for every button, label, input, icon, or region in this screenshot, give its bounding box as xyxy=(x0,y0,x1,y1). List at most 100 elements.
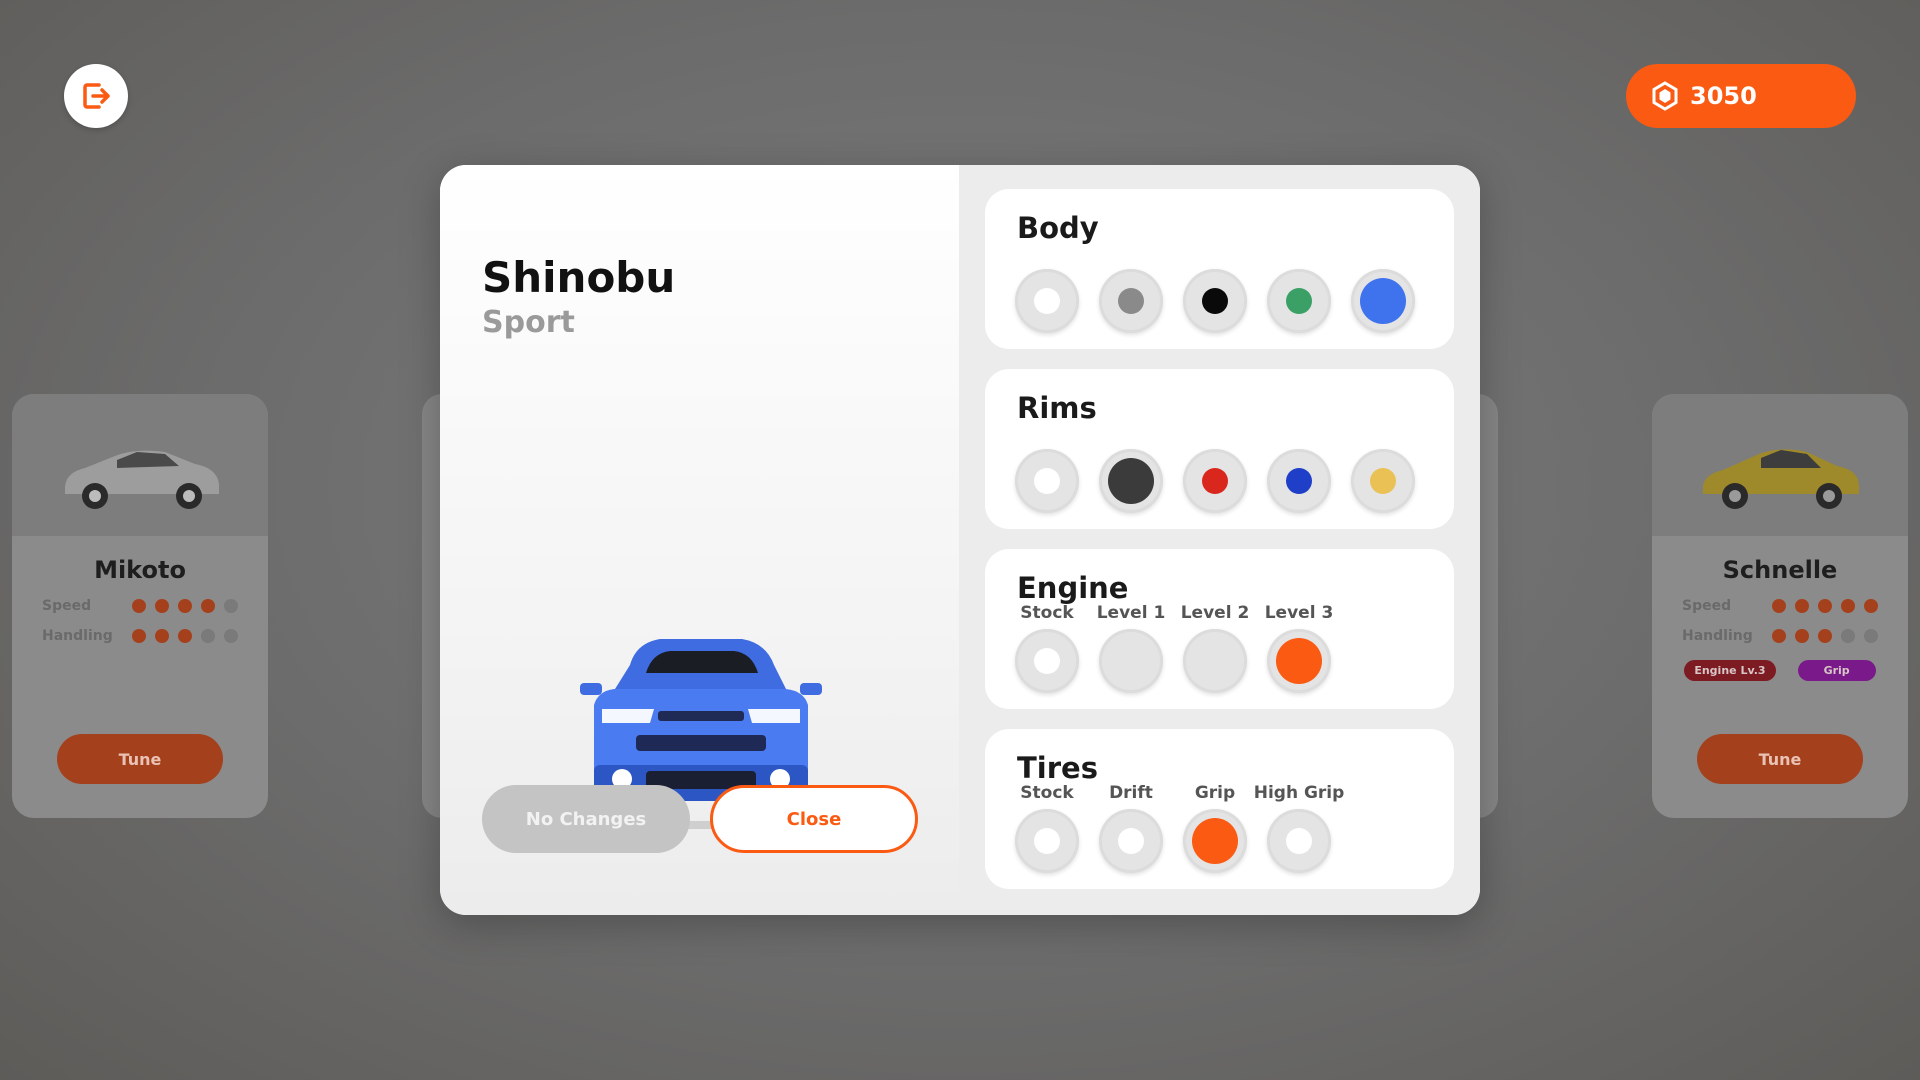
rim-color-dark-gray[interactable] xyxy=(1099,449,1163,513)
stat-dot xyxy=(1864,599,1878,613)
option-swatch[interactable] xyxy=(1183,809,1247,873)
tire-option-grip[interactable]: Grip xyxy=(1183,783,1247,873)
rim-color-white[interactable] xyxy=(1015,449,1079,513)
rim-color-gold[interactable] xyxy=(1351,449,1415,513)
engine-option-level-2[interactable]: Level 2 xyxy=(1180,603,1250,693)
car-card-schnelle[interactable]: Schnelle Speed Handling Engine Lv.3 Grip… xyxy=(1652,394,1908,818)
stat-dot xyxy=(1818,599,1832,613)
swatch-color xyxy=(1360,278,1406,324)
option-swatch[interactable] xyxy=(1015,629,1079,693)
stat-dots xyxy=(1772,599,1878,613)
section-title: Body xyxy=(1017,211,1099,245)
car-class: Sport xyxy=(482,305,575,340)
rim-color-options xyxy=(1015,449,1415,513)
swatch-color xyxy=(1276,638,1322,684)
tag-engine: Engine Lv.3 xyxy=(1684,660,1776,681)
stat-dot xyxy=(1795,599,1809,613)
option-label: Level 1 xyxy=(1096,603,1166,623)
engine-option-level-1[interactable]: Level 1 xyxy=(1096,603,1166,693)
option-label: Stock xyxy=(1020,603,1074,623)
upgrade-tags: Engine Lv.3 Grip xyxy=(1652,660,1908,681)
close-button[interactable]: Close xyxy=(710,785,918,853)
section-tires: Tires Stock Drift Grip High Grip xyxy=(985,729,1454,889)
coin-balance: 3050 xyxy=(1626,64,1856,128)
section-rims: Rims xyxy=(985,369,1454,529)
no-changes-button[interactable]: No Changes xyxy=(482,785,690,853)
stat-dot xyxy=(1772,629,1786,643)
swatch-color xyxy=(1034,828,1060,854)
tire-options: Stock Drift Grip High Grip xyxy=(1015,783,1344,873)
car-preview xyxy=(510,495,890,835)
engine-option-stock[interactable]: Stock xyxy=(1015,603,1079,693)
tire-option-stock[interactable]: Stock xyxy=(1015,783,1079,873)
swatch-color xyxy=(1118,288,1144,314)
section-title: Tires xyxy=(1017,751,1098,785)
stat-dot xyxy=(155,599,169,613)
body-color-blue[interactable] xyxy=(1351,269,1415,333)
body-color-gray[interactable] xyxy=(1099,269,1163,333)
section-title: Rims xyxy=(1017,391,1097,425)
stat-dot xyxy=(224,629,238,643)
stat-dot xyxy=(155,629,169,643)
stat-label: Speed xyxy=(1682,598,1732,614)
option-swatch[interactable] xyxy=(1015,809,1079,873)
coin-count: 3050 xyxy=(1690,82,1757,110)
customization-options: Body Rims Engine Stock Level 1 Level 2 L… xyxy=(959,165,1480,915)
tire-option-drift[interactable]: Drift xyxy=(1099,783,1163,873)
stat-dot xyxy=(178,629,192,643)
hexagon-coin-icon xyxy=(1652,81,1678,111)
body-color-green[interactable] xyxy=(1267,269,1331,333)
car-name: Shinobu xyxy=(482,253,676,302)
rim-color-red[interactable] xyxy=(1183,449,1247,513)
option-swatch[interactable] xyxy=(1267,629,1331,693)
stat-label: Handling xyxy=(1682,628,1753,644)
tune-button[interactable]: Tune xyxy=(1697,734,1863,784)
blue-car-image xyxy=(510,639,890,829)
section-title: Engine xyxy=(1017,571,1129,605)
swatch-color xyxy=(1192,818,1238,864)
stat-dot xyxy=(201,599,215,613)
swatch-color xyxy=(1370,468,1396,494)
tag-grip: Grip xyxy=(1797,660,1876,681)
stat-dot xyxy=(132,599,146,613)
swatch-color xyxy=(1108,458,1154,504)
stat-dot xyxy=(201,629,215,643)
swatch-color xyxy=(1034,648,1060,674)
exit-button[interactable] xyxy=(64,64,128,128)
body-color-white[interactable] xyxy=(1015,269,1079,333)
car-card-image xyxy=(1652,394,1908,536)
stat-dots xyxy=(1772,629,1878,643)
swatch-color xyxy=(1202,288,1228,314)
option-swatch[interactable] xyxy=(1099,809,1163,873)
option-label: Stock xyxy=(1020,783,1074,803)
car-card-image xyxy=(12,394,268,536)
stat-dot xyxy=(1864,629,1878,643)
option-label: Level 2 xyxy=(1180,603,1250,623)
stat-dot xyxy=(224,599,238,613)
white-car-image xyxy=(65,450,219,509)
option-swatch[interactable] xyxy=(1267,809,1331,873)
stat-speed: Speed xyxy=(1682,598,1878,614)
option-label: Grip xyxy=(1194,783,1236,803)
car-preview-pane: Shinobu Sport No Changes Close xyxy=(440,165,959,915)
stat-dots xyxy=(132,629,238,643)
engine-option-level-3[interactable]: Level 3 xyxy=(1265,603,1333,693)
option-label: Drift xyxy=(1109,783,1153,803)
swatch-color xyxy=(1118,828,1144,854)
car-card-mikoto[interactable]: Mikoto Speed Handling Tune xyxy=(12,394,268,818)
rim-color-blue[interactable] xyxy=(1267,449,1331,513)
exit-icon xyxy=(83,83,110,109)
stat-dot xyxy=(132,629,146,643)
car-card-name: Schnelle xyxy=(1722,556,1838,584)
stat-dot xyxy=(1772,599,1786,613)
tune-button[interactable]: Tune xyxy=(57,734,223,784)
tire-option-high-grip[interactable]: High Grip xyxy=(1254,783,1344,873)
option-swatch[interactable] xyxy=(1099,629,1163,693)
body-color-options xyxy=(1015,269,1415,333)
stat-label: Speed xyxy=(42,598,92,614)
body-color-black[interactable] xyxy=(1183,269,1247,333)
option-swatch[interactable] xyxy=(1183,629,1247,693)
swatch-color xyxy=(1286,288,1312,314)
yellow-car-image xyxy=(1703,449,1859,509)
swatch-color xyxy=(1286,468,1312,494)
